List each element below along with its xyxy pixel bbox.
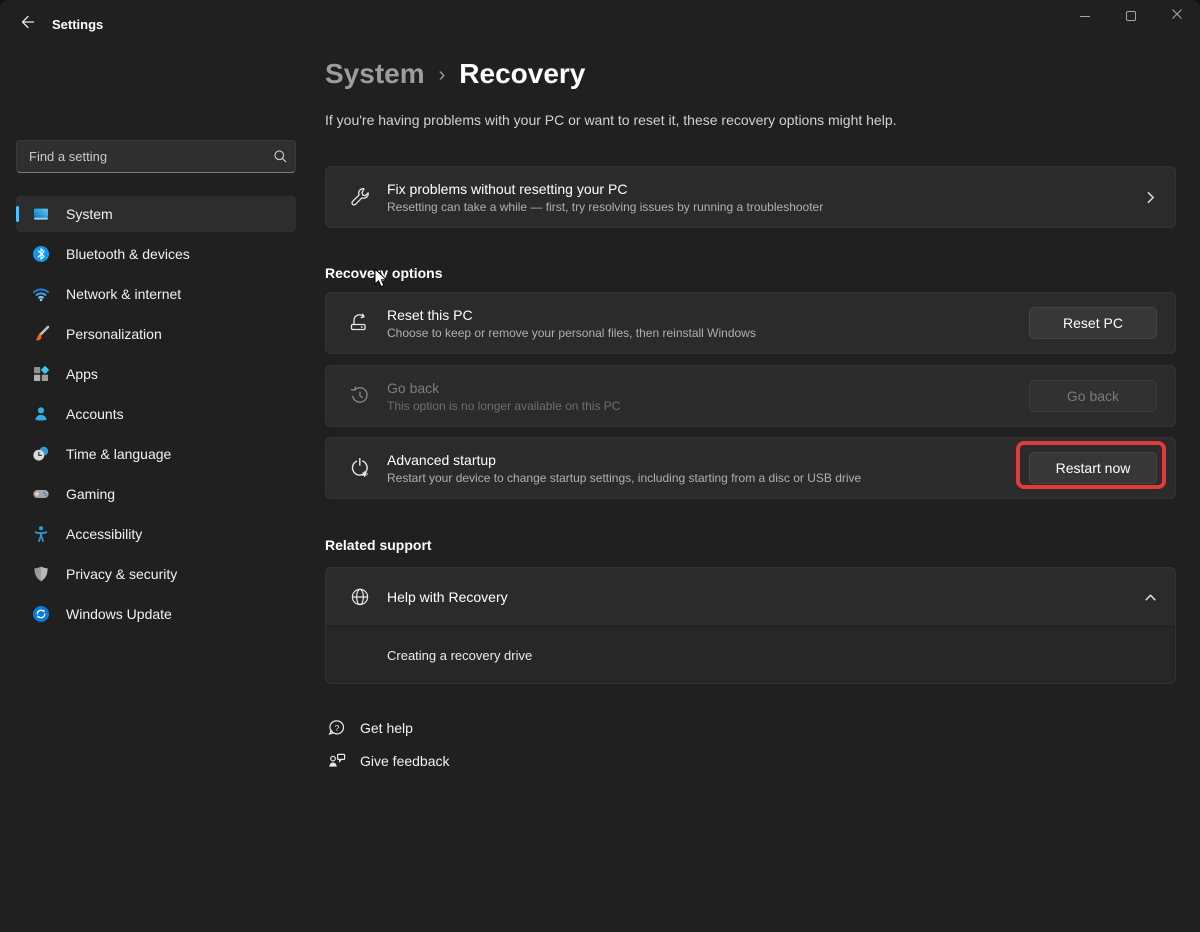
time-language-icon — [32, 445, 50, 463]
bluetooth-icon — [32, 245, 50, 263]
settings-window: Settings — [0, 0, 1200, 932]
sidebar-item-label: Network & internet — [66, 286, 181, 302]
close-button[interactable] — [1154, 0, 1200, 32]
maximize-button[interactable] — [1108, 0, 1154, 32]
page-subtitle: If you're having problems with your PC o… — [325, 112, 897, 128]
gaming-icon — [32, 485, 50, 503]
sidebar-item-bluetooth-devices[interactable]: Bluetooth & devices — [16, 236, 296, 272]
get-help-label: Get help — [360, 720, 413, 736]
breadcrumb: System › Recovery — [325, 58, 585, 90]
sidebar-item-apps[interactable]: Apps — [16, 356, 296, 392]
sidebar-item-time-language[interactable]: Time & language — [16, 436, 296, 472]
minimize-icon — [1080, 16, 1090, 17]
privacy-icon — [32, 565, 50, 583]
accounts-icon — [32, 405, 50, 423]
sidebar-item-label: Apps — [66, 366, 98, 382]
section-related-support: Related support — [325, 537, 432, 553]
main-content: System › Recovery If you're having probl… — [325, 48, 1176, 932]
sidebar-item-accessibility[interactable]: Accessibility — [16, 516, 296, 552]
app-title: Settings — [52, 17, 103, 32]
reset-this-pc-title: Reset this PC — [387, 307, 1029, 323]
globe-icon — [348, 585, 372, 609]
sidebar-item-label: Bluetooth & devices — [66, 246, 190, 262]
fix-problems-title: Fix problems without resetting your PC — [387, 181, 1143, 197]
reset-pc-button[interactable]: Reset PC — [1029, 307, 1157, 339]
minimize-button[interactable] — [1062, 0, 1108, 32]
creating-recovery-drive-link[interactable]: Creating a recovery drive — [387, 648, 532, 663]
sidebar-item-label: Accessibility — [66, 526, 142, 542]
sidebar-item-label: Personalization — [66, 326, 162, 342]
sidebar-item-privacy-security[interactable]: Privacy & security — [16, 556, 296, 592]
system-icon — [32, 205, 50, 223]
chevron-up-icon[interactable] — [1143, 591, 1157, 604]
back-button[interactable] — [14, 12, 42, 36]
restart-now-button[interactable]: Restart now — [1029, 452, 1157, 484]
section-recovery-options: Recovery options — [325, 265, 442, 281]
sidebar-item-label: Accounts — [66, 406, 124, 422]
sidebar-item-label: Time & language — [66, 446, 171, 462]
windows-update-icon — [32, 605, 50, 623]
go-back-title: Go back — [387, 380, 1029, 396]
fix-problems-card[interactable]: Fix problems without resetting your PC R… — [325, 166, 1176, 228]
give-feedback-label: Give feedback — [360, 753, 450, 769]
network-icon — [32, 285, 50, 303]
sidebar-item-label: Privacy & security — [66, 566, 177, 582]
breadcrumb-separator-icon: › — [439, 64, 446, 87]
sidebar-item-label: Windows Update — [66, 606, 172, 622]
help-with-recovery-title: Help with Recovery — [387, 589, 1143, 605]
chevron-right-icon — [1143, 190, 1157, 205]
accessibility-icon — [32, 525, 50, 543]
advanced-startup-icon — [348, 456, 372, 480]
go-back-button: Go back — [1029, 380, 1157, 412]
sidebar-item-personalization[interactable]: Personalization — [16, 316, 296, 352]
sidebar-item-windows-update[interactable]: Windows Update — [16, 596, 296, 632]
reset-this-pc-card: Reset this PC Choose to keep or remove y… — [325, 292, 1176, 354]
search-input[interactable] — [17, 149, 265, 164]
go-back-subtitle: This option is no longer available on th… — [387, 399, 1029, 413]
advanced-startup-subtitle: Restart your device to change startup se… — [387, 471, 1029, 485]
advanced-startup-card: Advanced startup Restart your device to … — [325, 437, 1176, 499]
wrench-icon — [348, 185, 372, 209]
personalization-icon — [32, 325, 50, 343]
go-back-card: Go back This option is no longer availab… — [325, 365, 1176, 427]
help-with-recovery-header[interactable]: Help with Recovery — [326, 568, 1175, 626]
page-title: Recovery — [459, 58, 585, 90]
reset-this-pc-subtitle: Choose to keep or remove your personal f… — [387, 326, 1029, 340]
sidebar-nav: System Bluetooth & devices — [16, 196, 296, 636]
get-help-link[interactable]: ? Get help — [327, 714, 413, 742]
fix-problems-subtitle: Resetting can take a while — first, try … — [387, 200, 1143, 214]
sidebar: System Bluetooth & devices — [0, 48, 312, 932]
titlebar: Settings — [0, 0, 1200, 48]
give-feedback-icon — [327, 751, 347, 771]
sidebar-item-accounts[interactable]: Accounts — [16, 396, 296, 432]
search-icon[interactable] — [265, 149, 295, 164]
give-feedback-link[interactable]: Give feedback — [327, 747, 450, 775]
selection-indicator — [16, 206, 19, 222]
breadcrumb-system[interactable]: System — [325, 58, 425, 90]
get-help-icon: ? — [327, 718, 347, 738]
help-with-recovery-expander: Help with Recovery Creating a recovery d… — [325, 567, 1176, 684]
sidebar-item-gaming[interactable]: Gaming — [16, 476, 296, 512]
svg-text:?: ? — [335, 723, 340, 733]
search-box — [16, 140, 296, 173]
help-with-recovery-body: Creating a recovery drive — [326, 626, 1175, 683]
sidebar-item-label: System — [66, 206, 113, 222]
window-controls — [1062, 0, 1200, 32]
sidebar-item-label: Gaming — [66, 486, 115, 502]
sidebar-item-system[interactable]: System — [16, 196, 296, 232]
history-icon — [348, 384, 372, 408]
back-arrow-icon — [20, 14, 36, 35]
reset-pc-icon — [348, 311, 372, 335]
apps-icon — [32, 365, 50, 383]
advanced-startup-title: Advanced startup — [387, 452, 1029, 468]
maximize-icon — [1126, 11, 1136, 21]
sidebar-item-network-internet[interactable]: Network & internet — [16, 276, 296, 312]
close-icon — [1171, 7, 1183, 25]
